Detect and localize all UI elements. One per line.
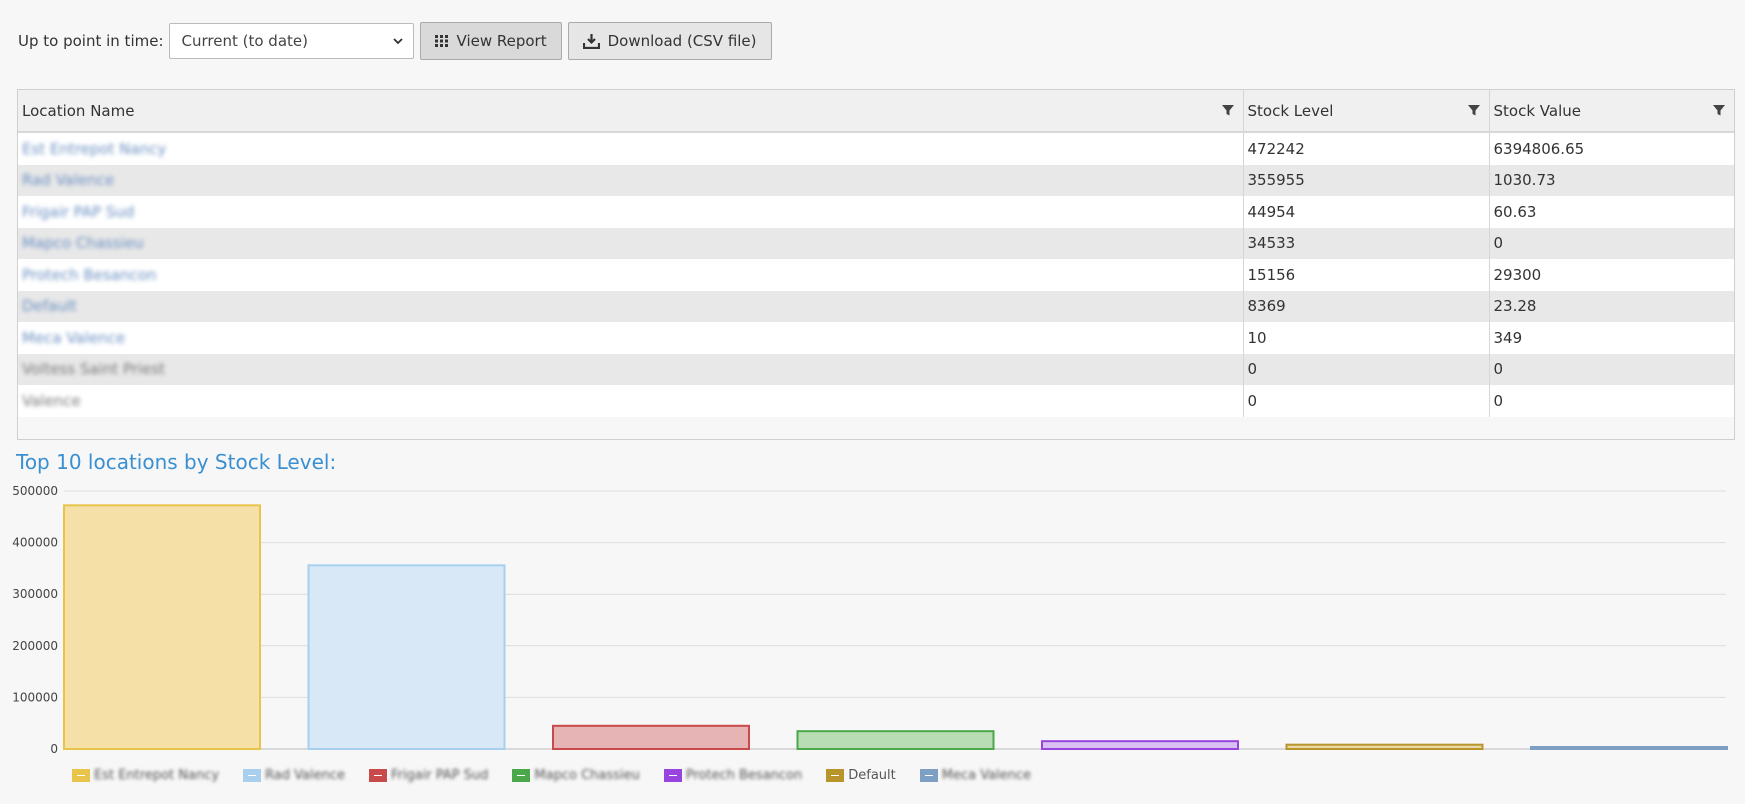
column-header-stock-value[interactable]: Stock Value xyxy=(1488,90,1734,133)
legend-swatch xyxy=(919,769,938,782)
column-header-label: Stock Value xyxy=(1493,101,1581,120)
y-tick-label: 500000 xyxy=(12,484,58,498)
chart-legend: Est Entrepot Nancy Rad Valence Frigair PAP… xyxy=(72,768,1055,783)
bar[interactable] xyxy=(796,730,995,750)
bar[interactable] xyxy=(1530,746,1728,750)
legend-swatch xyxy=(368,769,387,782)
stock-level-cell: 472242 xyxy=(1242,132,1489,165)
view-report-label: View Report xyxy=(456,32,547,50)
location-name-link[interactable]: Est Entrepot Nancy xyxy=(18,132,1243,165)
stock-value-cell: 60.63 xyxy=(1488,196,1734,228)
table-header-row: Location Name Stock Level Stock Value xyxy=(18,90,1734,133)
stock-table: Location Name Stock Level Stock Value Es… xyxy=(18,90,1734,417)
stock-level-cell: 0 xyxy=(1242,353,1489,385)
stock-level-cell: 355955 xyxy=(1242,164,1489,196)
column-header-location[interactable]: Location Name xyxy=(18,90,1243,133)
legend-label: Mapco Chassieu xyxy=(534,768,640,783)
location-name-link[interactable]: Protech Besancon xyxy=(18,259,1243,291)
table-row: Voltess Saint Priest 0 0 xyxy=(18,353,1734,385)
report-toolbar: Up to point in time: Current (to date) V… xyxy=(18,22,778,60)
stock-level-cell: 34533 xyxy=(1242,227,1489,259)
legend-swatch xyxy=(243,769,262,782)
stock-value-cell: 0 xyxy=(1488,353,1734,385)
bar[interactable] xyxy=(1285,743,1484,751)
point-in-time-value: Current (to date) xyxy=(181,32,308,50)
stock-level-cell: 44954 xyxy=(1242,196,1489,228)
legend-swatch xyxy=(512,769,531,782)
stock-value-cell: 1030.73 xyxy=(1488,164,1734,196)
stock-level-bar-chart: 0 100000 200000 300000 400000 500000 xyxy=(12,484,1728,756)
legend-item[interactable]: Est Entrepot Nancy xyxy=(72,768,219,783)
stock-value-cell: 349 xyxy=(1488,322,1734,354)
table-row: Protech Besancon 15156 29300 xyxy=(18,259,1734,291)
filter-icon[interactable] xyxy=(1712,103,1726,117)
location-name-link[interactable]: Mapco Chassieu xyxy=(18,227,1243,259)
table-row: Est Entrepot Nancy 472242 6394806.65 xyxy=(18,132,1734,165)
legend-swatch xyxy=(72,769,90,782)
bar[interactable] xyxy=(63,504,261,750)
legend-item[interactable]: Default xyxy=(826,768,896,783)
column-header-label: Location Name xyxy=(22,101,135,120)
legend-item[interactable]: Protech Besancon xyxy=(663,768,803,783)
legend-label: Default xyxy=(848,768,896,783)
table-row: Default 8369 23.28 xyxy=(18,290,1734,322)
y-tick-label: 0 xyxy=(50,742,58,756)
point-in-time-label: Up to point in time: xyxy=(18,32,164,50)
download-csv-button[interactable]: Download (CSV file) xyxy=(567,22,772,60)
filter-icon[interactable] xyxy=(1467,103,1481,117)
y-tick-label: 400000 xyxy=(12,536,58,550)
legend-label: Meca Valence xyxy=(941,768,1032,783)
legend-label: Protech Besancon xyxy=(685,768,803,783)
legend-swatch xyxy=(826,769,845,782)
location-name-cell: Voltess Saint Priest xyxy=(18,353,1243,385)
location-name-link[interactable]: Rad Valence xyxy=(18,164,1243,196)
stock-level-cell: 0 xyxy=(1242,385,1489,417)
table-row: Valence 0 0 xyxy=(18,385,1734,417)
legend-item[interactable]: Rad Valence xyxy=(243,768,345,783)
column-header-label: Stock Level xyxy=(1247,101,1334,120)
column-header-stock-level[interactable]: Stock Level xyxy=(1242,90,1489,133)
location-name-link[interactable]: Default xyxy=(18,290,1243,322)
stock-value-cell: 0 xyxy=(1488,385,1734,417)
location-name-link[interactable]: Frigair PAP Sud xyxy=(18,196,1243,228)
bar[interactable] xyxy=(552,724,750,751)
stock-level-cell: 15156 xyxy=(1242,259,1489,291)
stock-value-cell: 6394806.65 xyxy=(1488,132,1734,165)
point-in-time-select[interactable]: Current (to date) xyxy=(168,23,414,59)
table-row: Meca Valence 10 349 xyxy=(18,322,1734,354)
legend-item[interactable]: Mapco Chassieu xyxy=(512,768,640,783)
bar[interactable] xyxy=(1041,740,1239,751)
legend-item[interactable]: Frigair PAP Sud xyxy=(368,768,489,783)
y-tick-label: 200000 xyxy=(12,639,58,653)
stock-value-cell: 0 xyxy=(1488,227,1734,259)
download-csv-label: Download (CSV file) xyxy=(607,32,757,50)
chevron-down-icon xyxy=(392,38,403,45)
chart-title: Top 10 locations by Stock Level: xyxy=(16,450,337,474)
location-name-link[interactable]: Meca Valence xyxy=(18,322,1243,354)
legend-item[interactable]: Meca Valence xyxy=(919,768,1032,783)
filter-icon[interactable] xyxy=(1221,103,1235,117)
stock-grid: Location Name Stock Level Stock Value Es… xyxy=(17,89,1735,440)
legend-label: Frigair PAP Sud xyxy=(390,768,489,783)
table-row: Rad Valence 355955 1030.73 xyxy=(18,164,1734,196)
download-icon xyxy=(582,34,600,49)
stock-level-cell: 10 xyxy=(1242,322,1489,354)
view-report-button[interactable]: View Report xyxy=(419,22,562,60)
legend-swatch xyxy=(663,769,682,782)
stock-value-cell: 23.28 xyxy=(1488,290,1734,322)
bar[interactable] xyxy=(307,564,506,750)
table-row: Mapco Chassieu 34533 0 xyxy=(18,227,1734,259)
stock-value-cell: 29300 xyxy=(1488,259,1734,291)
location-name-cell: Valence xyxy=(18,385,1243,417)
stock-level-cell: 8369 xyxy=(1242,290,1489,322)
legend-label: Est Entrepot Nancy xyxy=(94,768,220,783)
y-tick-label: 100000 xyxy=(12,690,58,704)
y-tick-label: 300000 xyxy=(12,587,58,601)
legend-label: Rad Valence xyxy=(265,768,345,783)
grid-icon xyxy=(434,35,448,47)
table-row: Frigair PAP Sud 44954 60.63 xyxy=(18,196,1734,228)
